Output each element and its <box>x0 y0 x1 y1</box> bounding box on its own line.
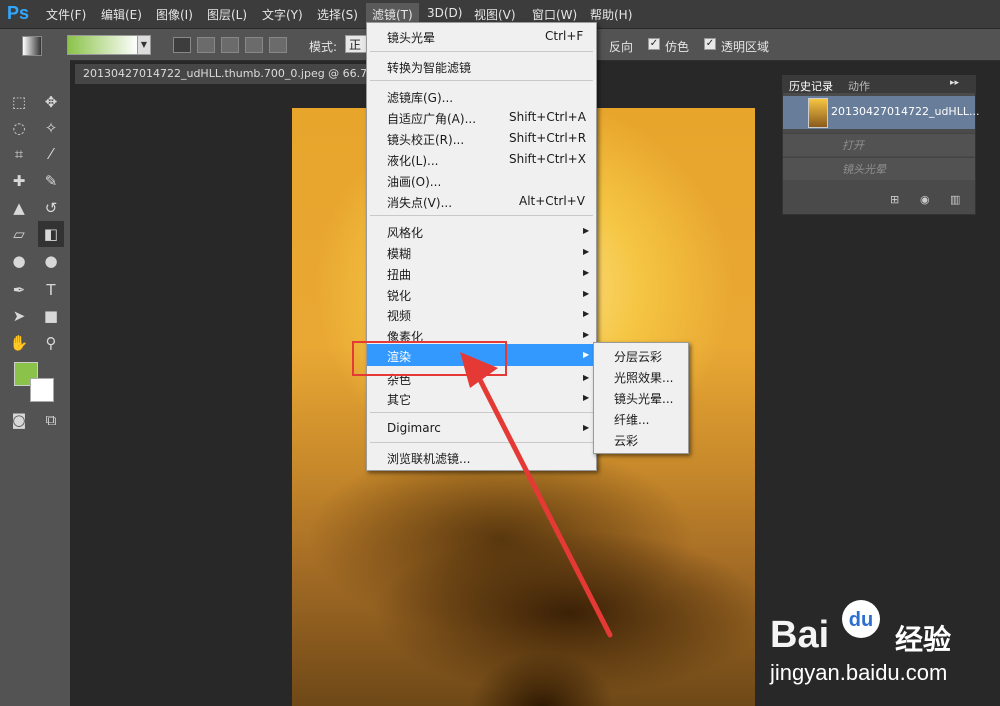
brush-icon[interactable]: ✎ <box>41 171 61 191</box>
dodge-icon[interactable]: ● <box>41 251 61 271</box>
annotation-arrow-icon <box>460 352 613 638</box>
mode-label: 模式: <box>309 40 338 54</box>
filter-gallery[interactable]: 滤镜库(G)... <box>387 89 453 106</box>
blur-icon[interactable]: ● <box>9 251 29 271</box>
gradient-preview[interactable] <box>67 35 139 55</box>
transparency-label: 透明区域 <box>721 40 770 54</box>
filter-smart[interactable]: 转换为智能滤镜 <box>387 59 471 76</box>
submenu-arrow-icon: ▶ <box>583 330 590 339</box>
menu-3d[interactable]: 3D(D) <box>427 6 462 20</box>
submenu-arrow-icon: ▶ <box>583 268 590 277</box>
watermark-url: jingyan.baidu.com <box>770 660 948 685</box>
submenu-arrow-icon: ▶ <box>583 309 590 318</box>
filter-last[interactable]: 镜头光晕 <box>387 29 435 46</box>
filter-stylize[interactable]: 风格化 <box>387 224 423 241</box>
menu-window[interactable]: 窗口(W) <box>532 6 577 23</box>
reflected-gradient-button[interactable] <box>245 37 263 53</box>
filter-lens-correction[interactable]: 镜头校正(R)... <box>387 131 464 148</box>
submenu-arrow-icon: ▶ <box>583 289 590 298</box>
reverse-label: 反向 <box>609 40 634 54</box>
filter-oil-paint[interactable]: 油画(O)... <box>387 173 441 190</box>
trash-icon[interactable]: ▥ <box>950 193 960 206</box>
submenu-arrow-icon: ▶ <box>583 226 590 235</box>
filter-other[interactable]: 其它 <box>387 391 411 408</box>
menu-separator <box>370 80 593 81</box>
panel-collapse-icon[interactable]: ▸▸ <box>950 78 959 88</box>
tab-history[interactable]: 历史记录 <box>789 78 833 94</box>
menu-separator <box>370 215 593 216</box>
zoom-icon[interactable]: ⚲ <box>41 333 61 353</box>
screen-mode-icon[interactable]: ⧉ <box>41 410 61 430</box>
dither-checkbox[interactable]: ✓ <box>648 38 660 50</box>
angle-gradient-button[interactable] <box>221 37 239 53</box>
menu-image[interactable]: 图像(I) <box>156 6 193 23</box>
healing-icon[interactable]: ✚ <box>9 171 29 191</box>
mode-select[interactable]: 正 <box>345 35 367 53</box>
radial-gradient-button[interactable] <box>197 37 215 53</box>
menu-help[interactable]: 帮助(H) <box>590 6 632 23</box>
photoshop-logo: Ps <box>7 3 30 23</box>
linear-gradient-button[interactable] <box>173 37 191 53</box>
filter-video[interactable]: 视频 <box>387 307 411 324</box>
shortcut-liquify: Shift+Ctrl+X <box>509 152 586 166</box>
filter-digimarc[interactable]: Digimarc <box>387 421 441 435</box>
tab-actions[interactable]: 动作 <box>848 78 870 94</box>
lasso-icon[interactable]: ◌ <box>9 118 29 138</box>
menu-select[interactable]: 选择(S) <box>317 6 358 23</box>
document-tab[interactable]: 20130427014722_udHLL.thumb.700_0.jpeg @ … <box>75 64 375 84</box>
type-icon[interactable]: T <box>41 280 61 300</box>
transparency-checkbox[interactable]: ✓ <box>704 38 716 50</box>
crop-icon[interactable]: ⌗ <box>9 144 29 164</box>
eraser-icon[interactable]: ▱ <box>9 224 29 244</box>
magic-wand-icon[interactable]: ✧ <box>41 118 61 138</box>
menu-layer[interactable]: 图层(L) <box>207 6 247 23</box>
menu-edit[interactable]: 编辑(E) <box>101 6 142 23</box>
menu-type[interactable]: 文字(Y) <box>262 6 303 23</box>
shortcut-last: Ctrl+F <box>545 29 584 43</box>
rectangle-icon[interactable]: ■ <box>41 306 61 326</box>
background-color-swatch[interactable] <box>30 378 54 402</box>
pen-icon[interactable]: ✒ <box>9 280 29 300</box>
gradient-tool-icon[interactable]: ◧ <box>38 221 64 247</box>
shortcut-wide-angle: Shift+Ctrl+A <box>509 110 586 124</box>
move-icon[interactable]: ✥ <box>41 92 61 112</box>
marquee-icon[interactable]: ⬚ <box>9 92 29 112</box>
submenu-arrow-icon: ▶ <box>583 247 590 256</box>
diamond-gradient-button[interactable] <box>269 37 287 53</box>
filter-sharpen[interactable]: 锐化 <box>387 287 411 304</box>
menu-file[interactable]: 文件(F) <box>46 6 86 23</box>
shortcut-vanishing-point: Alt+Ctrl+V <box>519 194 585 208</box>
camera-icon[interactable]: ◉ <box>920 193 930 206</box>
history-step-open: 打开 <box>842 139 864 152</box>
baidu-paw-icon: du <box>842 600 880 638</box>
filter-distort[interactable]: 扭曲 <box>387 266 411 283</box>
history-step-lensflare: 镜头光晕 <box>842 163 886 176</box>
hand-icon[interactable]: ✋ <box>9 333 29 353</box>
filter-blur[interactable]: 模糊 <box>387 245 411 262</box>
snapshot-thumbnail <box>808 98 828 128</box>
filter-vanishing-point[interactable]: 消失点(V)... <box>387 194 452 211</box>
eyedropper-icon[interactable]: ⁄ <box>41 144 61 164</box>
filter-wide-angle[interactable]: 自适应广角(A)... <box>387 110 476 127</box>
stamp-icon[interactable]: ▲ <box>9 198 29 218</box>
menu-view[interactable]: 视图(V) <box>474 6 516 23</box>
watermark-brand: Bai <box>770 614 830 656</box>
history-step-row[interactable] <box>783 133 975 156</box>
snapshot-name: 20130427014722_udHLL... <box>831 105 980 118</box>
shortcut-lens-correction: Shift+Ctrl+R <box>509 131 587 145</box>
menu-separator <box>370 51 593 52</box>
dither-label: 仿色 <box>665 40 690 54</box>
new-document-icon[interactable]: ⊞ <box>890 193 899 206</box>
path-select-icon[interactable]: ➤ <box>9 306 29 326</box>
filter-liquify[interactable]: 液化(L)... <box>387 152 439 169</box>
chevron-down-icon[interactable]: ▼ <box>137 35 151 55</box>
quick-mask-icon[interactable]: ◙ <box>9 410 29 430</box>
history-brush-icon[interactable]: ↺ <box>41 198 61 218</box>
watermark-jingyan: 经验 <box>895 624 952 655</box>
tool-preset-icon[interactable] <box>22 36 42 56</box>
